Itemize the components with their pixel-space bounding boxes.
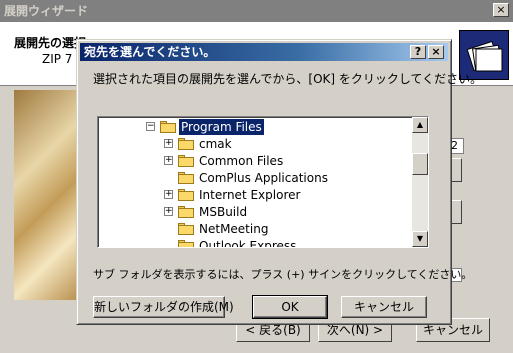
expand-plus-icon[interactable]: + [164, 207, 173, 216]
folder-icon [178, 223, 194, 235]
wizard-title: 展開ウィザード [4, 4, 89, 18]
expand-plus-icon[interactable]: + [164, 139, 173, 148]
tree-item[interactable]: Outlook Express [98, 238, 410, 248]
cancel-button[interactable]: キャンセル [341, 296, 427, 318]
expand-plus-icon[interactable]: + [164, 190, 173, 199]
scroll-thumb[interactable] [412, 153, 428, 175]
scroll-down-button[interactable]: ▼ [412, 231, 428, 247]
expand-plus-icon[interactable]: + [164, 156, 173, 165]
tree-item[interactable]: + cmak [98, 136, 410, 152]
wizard-title-bar: 展開ウィザード [0, 0, 513, 22]
tree-item-label: ComPlus Applications [199, 171, 328, 185]
dialog-instruction: 選択された項目の展開先を選んでから、[OK] をクリックしてください。 [93, 72, 483, 86]
scroll-up-button[interactable]: ▲ [412, 117, 428, 133]
folder-icon [178, 189, 194, 201]
tree-item[interactable]: + MSBuild [98, 204, 410, 220]
tree-item-label: Program Files [178, 118, 265, 136]
tree-item[interactable]: ComPlus Applications [98, 170, 410, 186]
ok-button[interactable]: OK [252, 295, 328, 319]
wizard-field-fragment: 2 [450, 138, 464, 154]
help-button[interactable]: ? [410, 45, 426, 59]
dialog-title: 宛先を選んでください。 [84, 45, 216, 59]
tree-item-label: Outlook Express [199, 239, 297, 248]
tree-item-label: MSBuild [199, 205, 248, 219]
new-folder-button[interactable]: 新しいフォルダの作成(M) [93, 296, 234, 318]
dialog-title-bar: 宛先を選んでください。 ? × [80, 43, 448, 61]
wizard-close-button[interactable]: × [493, 3, 509, 17]
tree-item[interactable]: NetMeeting [98, 221, 410, 237]
tree-item-label: Internet Explorer [199, 188, 301, 202]
tree-item[interactable]: + Common Files [98, 153, 410, 169]
folder-icon [178, 138, 194, 150]
tree-scrollbar[interactable]: ▲ ▼ [412, 117, 428, 247]
wizard-header-subtitle: ZIP 7 [42, 52, 73, 66]
folder-icon [178, 172, 194, 184]
folder-icon [178, 155, 194, 167]
folder-tree[interactable]: − Program Files + cmak + Common Files ComPlus … [97, 116, 429, 248]
dialog-close-button[interactable]: × [428, 45, 444, 59]
tree-item-label: cmak [199, 137, 232, 151]
browse-folder-dialog: 宛先を選んでください。 ? × 選択された項目の展開先を選んでから、[OK] を… [76, 39, 482, 325]
folder-icon [178, 240, 194, 247]
dialog-hint: サブ フォルダを表示するには、プラス (+) サインをクリックしてください。 [93, 268, 473, 281]
tree-item-label: NetMeeting [199, 222, 269, 236]
folder-icon [160, 121, 176, 133]
tree-item[interactable]: − Program Files [98, 118, 410, 136]
wizard-side-image [14, 90, 80, 300]
tree-item[interactable]: + Internet Explorer [98, 187, 410, 203]
folder-icon [178, 206, 194, 218]
tree-item-label: Common Files [199, 154, 284, 168]
collapse-minus-icon[interactable]: − [146, 122, 155, 131]
